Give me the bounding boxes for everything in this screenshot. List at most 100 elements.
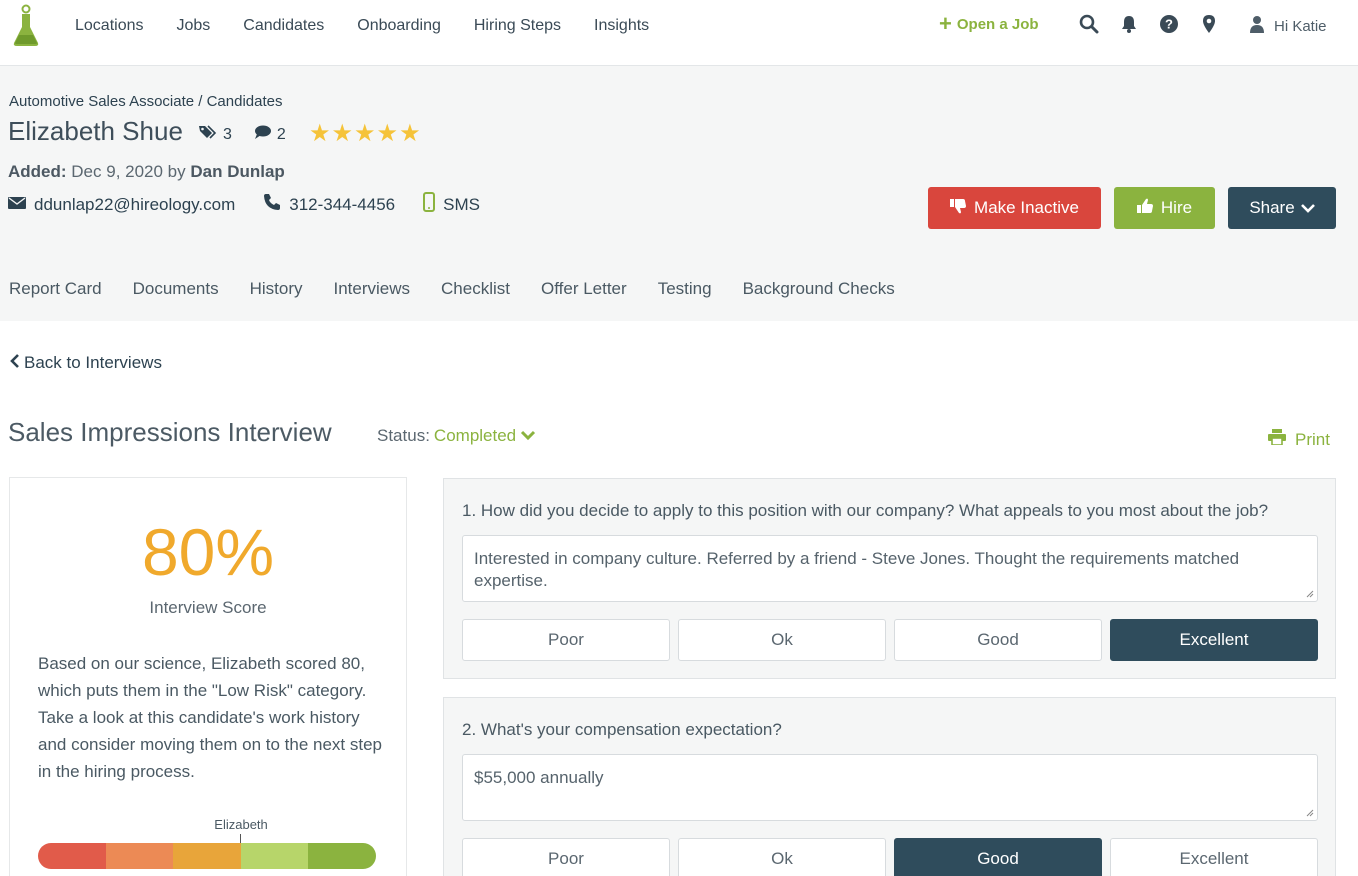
print-label: Print <box>1295 429 1330 449</box>
mobile-icon <box>423 192 436 217</box>
open-job-button[interactable]: + Open a Job <box>939 11 1039 36</box>
nav-link-jobs[interactable]: Jobs <box>177 17 211 35</box>
interview-score-label: Interview Score <box>149 598 267 617</box>
star-icon[interactable]: ★ <box>309 122 331 146</box>
answer-textarea[interactable]: Interested in company culture. Referred … <box>462 535 1318 602</box>
logo-flask-icon[interactable] <box>11 3 41 47</box>
rating-ok-button[interactable]: Ok <box>678 838 886 876</box>
tags-count[interactable]: 3 <box>198 124 232 145</box>
share-dropdown-button[interactable]: Share <box>1228 187 1336 229</box>
interview-title: Sales Impressions Interview <box>8 417 332 447</box>
hire-label: Hire <box>1160 198 1193 217</box>
plus-icon: + <box>939 11 952 36</box>
printer-icon <box>1268 429 1286 450</box>
phone-text: 312-344-4456 <box>289 194 396 214</box>
resize-handle-icon[interactable] <box>1306 809 1314 817</box>
interview-score-value: 80% <box>141 515 275 589</box>
star-icon[interactable]: ★ <box>354 122 376 146</box>
tab-history[interactable]: History <box>250 279 303 299</box>
chevron-left-icon <box>10 353 20 373</box>
breadcrumb[interactable]: Automotive Sales Associate / Candidates <box>9 93 283 110</box>
star-rating[interactable]: ★ ★ ★ ★ ★ <box>309 122 421 146</box>
nav-icons: ? <box>1078 13 1220 35</box>
sms-text: SMS <box>443 194 480 214</box>
envelope-icon <box>8 195 26 215</box>
risk-segment <box>105 843 174 869</box>
risk-segment <box>38 843 106 869</box>
tags-icon <box>198 124 218 145</box>
top-nav: Locations Jobs Candidates Onboarding Hir… <box>0 0 1358 66</box>
added-info: Added: Dec 9, 2020 by Dan Dunlap <box>8 162 285 182</box>
answer-text: Interested in company culture. Referred … <box>474 549 1240 590</box>
added-by: Dan Dunlap <box>190 162 285 181</box>
make-inactive-label: Make Inactive <box>974 198 1079 217</box>
added-date: Dec 9, 2020 by <box>71 162 186 181</box>
user-menu[interactable]: Hi Katie <box>1249 15 1327 37</box>
help-icon[interactable]: ? <box>1158 13 1180 35</box>
rating-good-button[interactable]: Good <box>894 838 1102 876</box>
rating-poor-button[interactable]: Poor <box>462 619 670 661</box>
nav-link-locations[interactable]: Locations <box>75 17 144 35</box>
risk-segment <box>308 843 376 869</box>
comments-count-label: 2 <box>276 125 286 143</box>
hire-button[interactable]: Hire <box>1114 187 1215 229</box>
email-text: ddunlap22@hireology.com <box>34 194 236 214</box>
rating-excellent-button[interactable]: Excellent <box>1110 838 1318 876</box>
make-inactive-button[interactable]: Make Inactive <box>928 187 1101 229</box>
comments-count[interactable]: 2 <box>254 124 286 145</box>
chevron-down-icon <box>1300 198 1315 218</box>
star-icon[interactable]: ★ <box>377 122 399 146</box>
resize-handle-icon[interactable] <box>1306 590 1314 598</box>
status-label: Status: <box>377 426 430 445</box>
added-label: Added: <box>8 162 67 181</box>
score-description: Based on our science, Elizabeth scored 8… <box>38 654 382 781</box>
risk-scale-bar <box>38 843 376 869</box>
print-button[interactable]: Print <box>1268 429 1330 450</box>
tab-offer-letter[interactable]: Offer Letter <box>541 279 627 299</box>
rating-ok-button[interactable]: Ok <box>678 619 886 661</box>
status-dropdown[interactable]: Status: Completed <box>377 426 536 446</box>
candidate-meta: 3 2 <box>198 124 286 145</box>
star-icon[interactable]: ★ <box>332 122 354 146</box>
tab-checklist[interactable]: Checklist <box>441 279 510 299</box>
rating-excellent-button[interactable]: Excellent <box>1110 619 1318 661</box>
share-label: Share <box>1249 198 1295 217</box>
risk-segment <box>173 843 241 869</box>
rating-poor-button[interactable]: Poor <box>462 838 670 876</box>
risk-marker-tick <box>240 834 242 843</box>
thumbs-down-icon <box>950 198 968 219</box>
candidate-tabs: Report Card Documents History Interviews… <box>9 279 926 299</box>
back-label: Back to Interviews <box>24 353 162 372</box>
tab-testing[interactable]: Testing <box>658 279 712 299</box>
phone-link[interactable]: 312-344-4456 <box>263 193 395 216</box>
location-pin-icon[interactable] <box>1198 13 1220 35</box>
answer-text: $55,000 annually <box>474 768 604 787</box>
sms-link[interactable]: SMS <box>423 192 480 217</box>
nav-link-hiring-steps[interactable]: Hiring Steps <box>474 17 561 35</box>
nav-link-candidates[interactable]: Candidates <box>243 17 324 35</box>
back-to-interviews-link[interactable]: Back to Interviews <box>10 353 162 373</box>
rating-options: Poor Ok Good Excellent <box>462 619 1318 661</box>
search-icon[interactable] <box>1078 13 1100 35</box>
question-text: 2. What's your compensation expectation? <box>462 720 782 739</box>
status-value: Completed <box>433 426 517 445</box>
candidate-name: Elizabeth Shue <box>8 116 183 146</box>
question-card: 2. What's your compensation expectation?… <box>443 697 1336 876</box>
open-job-label: Open a Job <box>956 15 1039 33</box>
answer-textarea[interactable]: $55,000 annually <box>462 754 1318 821</box>
star-icon[interactable]: ★ <box>399 122 421 146</box>
tab-background-checks[interactable]: Background Checks <box>743 279 895 299</box>
candidate-header: Automotive Sales Associate / Candidates … <box>0 66 1358 321</box>
tab-interviews[interactable]: Interviews <box>334 279 411 299</box>
nav-link-insights[interactable]: Insights <box>594 17 649 35</box>
email-link[interactable]: ddunlap22@hireology.com <box>8 195 235 215</box>
rating-good-button[interactable]: Good <box>894 619 1102 661</box>
nav-link-onboarding[interactable]: Onboarding <box>357 17 441 35</box>
rating-options: Poor Ok Good Excellent <box>462 838 1318 876</box>
score-card: 80% Interview Score Based on our science… <box>9 477 407 876</box>
tab-documents[interactable]: Documents <box>133 279 219 299</box>
svg-text:?: ? <box>1165 17 1173 32</box>
bell-icon[interactable] <box>1118 13 1140 35</box>
user-icon <box>1249 15 1265 37</box>
tab-report-card[interactable]: Report Card <box>9 279 102 299</box>
